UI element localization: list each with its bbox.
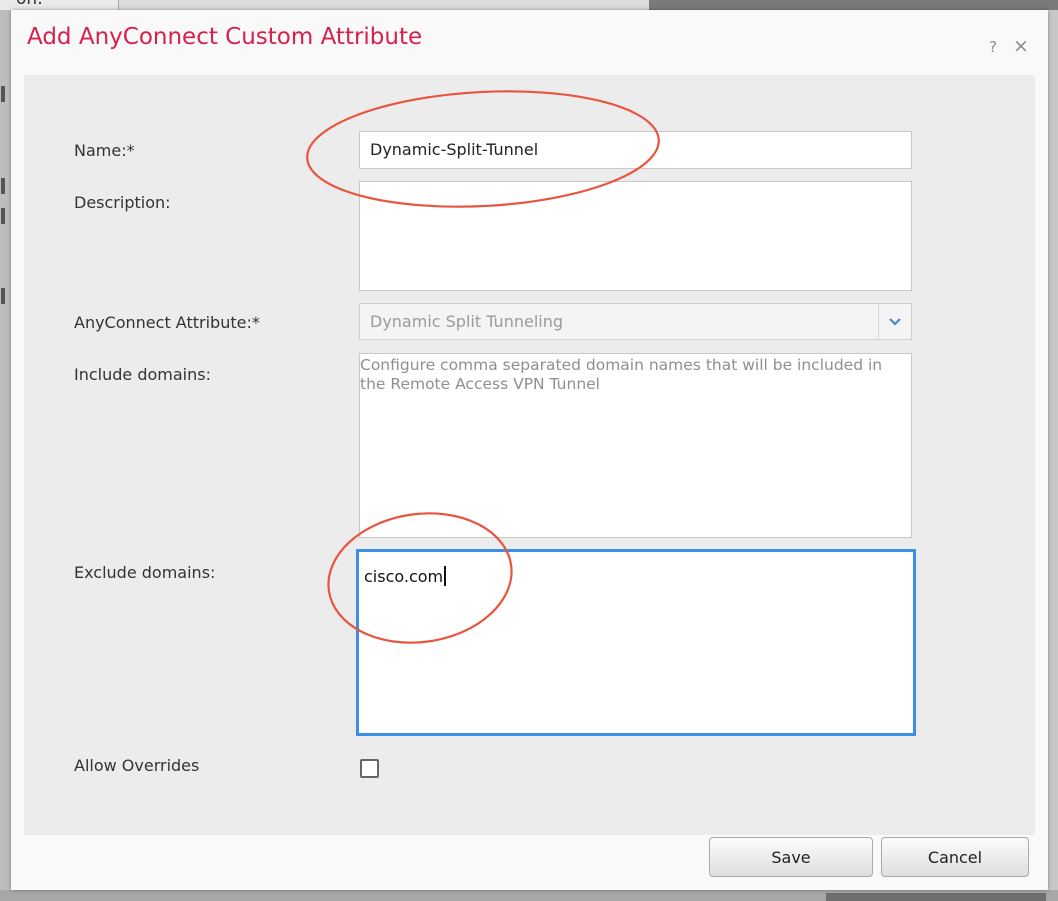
name-input[interactable]: Dynamic-Split-Tunnel bbox=[359, 131, 912, 169]
anyconnect-attribute-value: Dynamic Split Tunneling bbox=[370, 312, 564, 331]
background-edge-mark bbox=[1, 208, 5, 224]
exclude-domains-value: cisco.com bbox=[364, 566, 447, 586]
anyconnect-attribute-label: AnyConnect Attribute:* bbox=[74, 313, 260, 332]
background-left-edge bbox=[0, 10, 11, 901]
background-partial-text: on: bbox=[16, 0, 43, 9]
description-label: Description: bbox=[74, 193, 171, 212]
help-icon[interactable]: ? bbox=[989, 38, 997, 56]
dialog-title: Add AnyConnect Custom Attribute bbox=[27, 24, 423, 50]
exclude-domains-textarea[interactable]: cisco.com bbox=[356, 549, 916, 736]
name-label: Name:* bbox=[74, 141, 135, 160]
background-edge-mark bbox=[1, 86, 5, 102]
allow-overrides-checkbox[interactable] bbox=[360, 759, 379, 778]
description-textarea[interactable] bbox=[359, 181, 912, 291]
exclude-domains-text: cisco.com bbox=[364, 567, 444, 586]
background-cell bbox=[118, 0, 649, 10]
cancel-button[interactable]: Cancel bbox=[881, 837, 1029, 877]
background-edge-mark bbox=[1, 178, 5, 194]
background-edge-mark bbox=[1, 288, 5, 304]
close-icon[interactable]: × bbox=[1013, 35, 1029, 57]
exclude-domains-label: Exclude domains: bbox=[74, 563, 216, 582]
background-right-edge bbox=[1048, 10, 1058, 901]
text-cursor bbox=[444, 566, 447, 586]
save-button[interactable]: Save bbox=[709, 837, 873, 877]
include-domains-placeholder: Configure comma separated domain names t… bbox=[360, 356, 883, 393]
allow-overrides-label: Allow Overrides bbox=[74, 756, 200, 775]
include-domains-textarea[interactable]: Configure comma separated domain names t… bbox=[359, 353, 912, 538]
chevron-down-icon[interactable] bbox=[878, 304, 911, 339]
include-domains-label: Include domains: bbox=[74, 365, 211, 384]
form-panel: Name:* Dynamic-Split-Tunnel Description:… bbox=[24, 75, 1035, 835]
add-custom-attribute-dialog: Add AnyConnect Custom Attribute ? × Name… bbox=[11, 10, 1048, 890]
background-bottom-bar bbox=[826, 893, 1046, 901]
anyconnect-attribute-select[interactable]: Dynamic Split Tunneling bbox=[359, 303, 912, 340]
